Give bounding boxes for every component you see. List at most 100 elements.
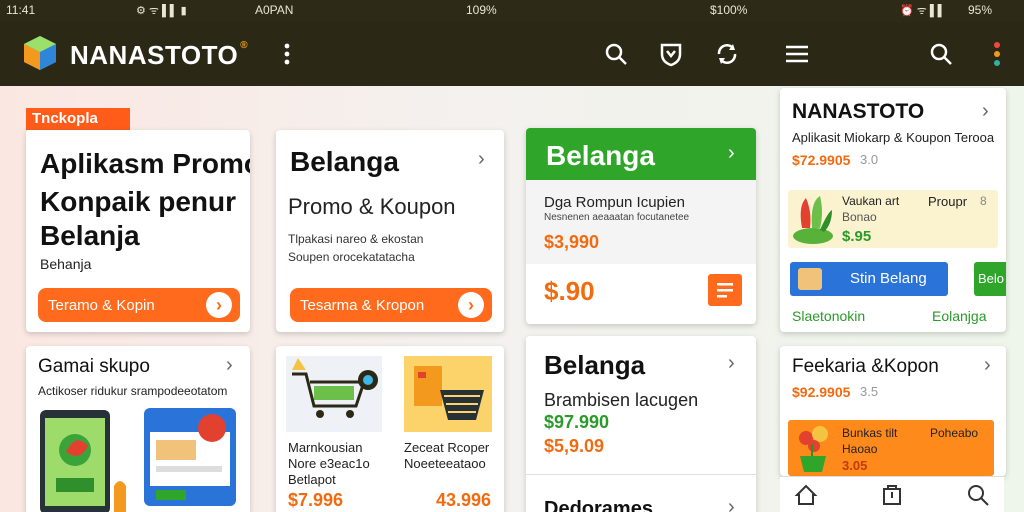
- kopon-item-name: Bunkas tilt: [842, 426, 898, 440]
- search-icon[interactable]: [603, 41, 629, 67]
- bottom-nav: [780, 476, 1004, 512]
- item1-line1: Marnkousian: [288, 440, 363, 455]
- status-right-battery: 95%: [968, 3, 993, 17]
- list-icon[interactable]: [708, 274, 742, 306]
- belanga-desc1: Tlpakasi nareo & ekostan: [288, 232, 424, 246]
- app-logo-icon: [24, 36, 56, 70]
- app-bar: NANASTOTO ®: [0, 22, 1024, 86]
- kopon-item-price: 3.05: [842, 458, 868, 473]
- promo-line3: Belanja: [40, 220, 140, 251]
- green-price1: $3,990: [544, 232, 600, 252]
- belanga-bottom-price-green: $97.990: [544, 412, 610, 432]
- right-top-item-price: $.95: [842, 228, 872, 245]
- green-belanga-card[interactable]: Belanga › Dga Rompun Icupien Nesnenen ae…: [526, 128, 756, 324]
- vegetable-basket-icon: [793, 196, 833, 244]
- blue-belang-label: Stin Belang: [850, 270, 927, 287]
- bag-icon[interactable]: [880, 483, 904, 507]
- belanga-promo-card[interactable]: Belanga › Promo & Koupon Tlpakasi nareo …: [276, 130, 504, 332]
- green-title: Belanga: [546, 140, 655, 171]
- item1-line2: Nore e3eac1o: [288, 456, 370, 471]
- chevron-right-icon: ›: [206, 292, 232, 318]
- gamai-title: Gamai skupo: [38, 356, 150, 377]
- item1-line3: Betlapot: [288, 472, 336, 487]
- right-top-item-tag2: 8: [980, 194, 987, 208]
- items-card[interactable]: Marnkousian Nore e3eac1o Betlapot $7.996…: [276, 346, 504, 512]
- shopping-devices-illustration: [40, 408, 236, 512]
- gamai-sub: Actikoser ridukur srampodeeotatom: [38, 384, 228, 398]
- chevron-right-icon[interactable]: ›: [728, 142, 735, 165]
- kopon-price-suffix: 3.5: [860, 384, 879, 399]
- app-title-text: NANASTOTO: [70, 40, 239, 70]
- shopping-cart-illustration: [286, 356, 382, 432]
- flower-pot-icon: [799, 426, 828, 472]
- app-title: NANASTOTO ®: [70, 40, 248, 71]
- status-right-icons: ⏰ ᯤ ▌▌: [900, 5, 946, 17]
- chevron-right-icon[interactable]: ›: [478, 148, 485, 171]
- kopon-card[interactable]: Feekaria &Kopon › $92.9905 3.5 Bunkas ti…: [780, 346, 1006, 476]
- green-desc1: Dga Rompun Icupien: [544, 194, 685, 211]
- right-top-sub: Aplikasit Miokarp & Koupon Terooa: [792, 130, 995, 145]
- right-top-footer-right[interactable]: Eolanjga: [932, 308, 987, 324]
- status-bar: 11:41 ⚙ ᯤ ▌▌ ▮ A0PAN 109% $100% ⏰ ᯤ ▌▌ 9…: [0, 0, 1024, 22]
- belanga-desc2: Soupen orocekatatacha: [288, 250, 415, 264]
- status-time: 11:41: [6, 3, 36, 17]
- belanga-bottom-price-orange: $5,9.09: [544, 436, 605, 456]
- chevron-right-icon[interactable]: ›: [226, 354, 233, 377]
- chevron-right-icon: ›: [458, 292, 484, 318]
- kopon-price: $92.9905: [792, 384, 851, 400]
- blue-belang-button[interactable]: Stin Belang: [790, 262, 948, 296]
- promo-button[interactable]: Teramo & Kopin ›: [38, 288, 240, 322]
- divider: [526, 474, 756, 475]
- item2-line2: Noeeteeataoo: [404, 456, 486, 471]
- more-dots-icon[interactable]: [984, 41, 1010, 67]
- right-top-footer-left[interactable]: Slaetonokin: [792, 308, 865, 324]
- status-battery-b: $100%: [710, 3, 748, 17]
- overflow-menu-icon[interactable]: [274, 41, 300, 67]
- green-header: Belanga ›: [526, 128, 756, 180]
- chevron-right-icon[interactable]: ›: [984, 354, 991, 377]
- promo-line1: Aplikasm Promo: [40, 148, 250, 179]
- belanga-sub: Promo & Koupon: [288, 194, 456, 219]
- kopon-item-tag: Poheabo: [930, 426, 979, 440]
- right-top-item-tag: Proupr: [928, 194, 968, 209]
- chevron-right-icon[interactable]: ›: [728, 496, 735, 512]
- status-carrier: A0PAN: [255, 3, 294, 17]
- kopon-title: Feekaria &Kopon: [792, 356, 939, 377]
- item2-price: 43.996: [436, 490, 492, 510]
- gamai-card[interactable]: Gamai skupo › Actikoser ridukur srampode…: [26, 346, 250, 512]
- search-icon-right[interactable]: [928, 41, 954, 67]
- refresh-icon[interactable]: [714, 41, 740, 67]
- green-price2: $.90: [544, 276, 595, 306]
- cart-icon: [798, 268, 822, 290]
- belanga-title: Belanga: [290, 146, 399, 177]
- green-belo-label: Belo: [978, 271, 1005, 286]
- kopon-item-sub: Haoao: [842, 442, 878, 456]
- chevron-right-icon[interactable]: ›: [982, 100, 989, 123]
- belanga-bottom-sub: Brambisen lacugen: [544, 390, 699, 410]
- belanga-bottom-title: Belanga: [544, 350, 646, 380]
- green-belo-button[interactable]: Belo: [974, 262, 1006, 296]
- item2-line1: Zeceat Rcoper: [404, 440, 490, 455]
- right-top-card[interactable]: NANASTOTO › Aplikasit Miokarp & Koupon T…: [780, 88, 1006, 332]
- category-tag: Tnckopla: [26, 108, 130, 130]
- right-top-price-suffix: 3.0: [860, 152, 879, 167]
- belanga-button[interactable]: Tesarma & Kropon ›: [290, 288, 492, 322]
- green-desc2: Nesnenen aeaaatan focutanetee: [544, 212, 690, 223]
- next-section-title: Dedorames: [544, 498, 653, 512]
- app-title-mark: ®: [240, 40, 249, 51]
- promo-line2: Konpaik penur: [40, 186, 237, 217]
- status-battery-a: 109%: [466, 3, 497, 17]
- basket-illustration: [404, 356, 492, 432]
- hamburger-menu-icon[interactable]: [784, 41, 810, 67]
- promo-card[interactable]: Aplikasm Promo Konpaik penur Belanja Beh…: [26, 130, 250, 332]
- right-top-item-name: Vaukan art: [842, 194, 900, 208]
- search-icon-bottom[interactable]: [966, 483, 990, 507]
- promo-button-label: Teramo & Kopin: [48, 296, 155, 314]
- right-top-price: $72.9905: [792, 152, 851, 168]
- shield-icon[interactable]: [658, 41, 684, 67]
- belanga-bottom-card[interactable]: Belanga › Brambisen lacugen $97.990 $5,9…: [526, 336, 756, 512]
- right-top-title: NANASTOTO: [792, 100, 925, 123]
- status-icons: ⚙ ᯤ ▌▌ ▮: [136, 5, 187, 17]
- chevron-right-icon[interactable]: ›: [728, 352, 735, 375]
- home-icon[interactable]: [794, 483, 818, 507]
